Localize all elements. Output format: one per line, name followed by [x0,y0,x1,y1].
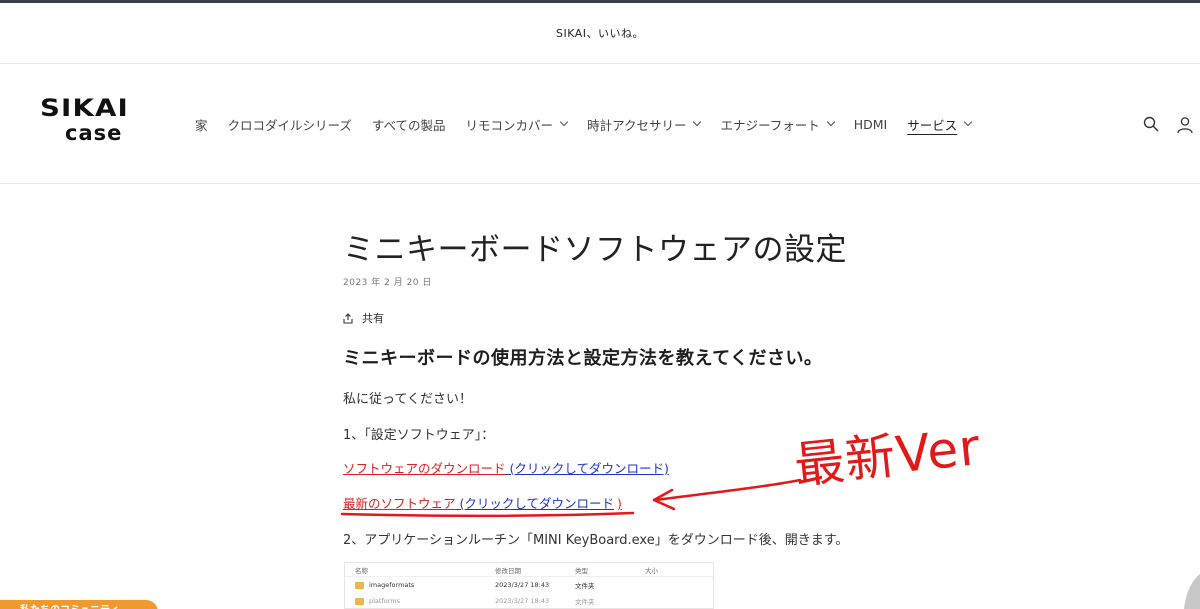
step1-text: 1、「設定ソフトウェア」： [343,428,495,443]
file-name: imageformats [369,581,415,589]
file-name: platforms [369,597,401,605]
explorer-header-name: 名称 [355,566,368,575]
nav-item-hdmi[interactable]: HDMI [854,117,888,132]
link2-blue-text: (クリックしてダウンロード [455,496,614,511]
share-button[interactable]: 共有 [343,310,384,326]
explorer-header-size: 大小 [645,566,658,575]
link2-red-text: 最新のソフトウェア [343,496,456,511]
intro-text: 私に従ってください！ [343,392,472,407]
logo[interactable]: SIKAI case [40,96,160,148]
file-date: 2023/3/27 18:43 [495,597,550,605]
nav-item-home[interactable]: 家 [195,115,208,134]
nav-item-remote-cover[interactable]: リモコンカバー [465,115,569,134]
nav-item-crocodile-series[interactable]: クロコダイルシリーズ [228,115,352,134]
file-date: 2023/3/27 18:43 [495,581,550,589]
nav-item-all-products[interactable]: すべての製品 [372,115,446,134]
explorer-header-row: 名称 修改日期 类型 大小 [345,563,713,577]
nav-label: エナジーフォート [720,117,820,133]
file-type: 文件夹 [575,582,595,590]
announcement-bar: SIKAI、いいね。 [0,3,1200,64]
account-icon[interactable] [1176,116,1194,134]
announcement-text: SIKAI、いいね。 [555,27,644,40]
site-header: SIKAI case 家 クロコダイルシリーズ すべての製品 リモコンカバー 時… [0,64,1200,184]
file-explorer-screenshot: 名称 修改日期 类型 大小 imageformats 2023/3/27 18:… [344,562,714,609]
nav-label: 家 [195,117,208,133]
link1-red-text: ソフトウェアのダウンロード [343,461,506,476]
chevron-down-icon [963,117,973,127]
nav-label: リモコンカバー [465,117,554,133]
logo-line1: SIKAI [40,94,129,122]
nav-label: クロコダイルシリーズ [227,117,352,133]
chevron-down-icon [693,117,702,127]
software-download-link[interactable]: ソフトウェアのダウンロード (クリックしてダウンロード) [343,458,669,477]
file-type: 文件夹 [575,598,595,606]
chevron-down-icon [826,117,835,127]
folder-icon [355,581,364,589]
nav-label: 時計アクセサリー [587,117,687,133]
community-tab[interactable]: 私たちのコミュニティ [0,600,158,609]
nav-label: HDMI [853,116,888,132]
annotation-text: 最新Ver [791,417,984,496]
nav-item-watch-accessories[interactable]: 時計アクセサリー [587,115,702,134]
link1-blue-text: (クリックしてダウンロード) [505,461,669,476]
publish-date: 2023 年 2 月 20 日 [343,278,432,288]
page-title: ミニキーボードソフトウェアの設定 [343,232,847,268]
list-item: imageformats 2023/3/27 18:43 文件夹 [345,577,713,593]
nav-label: すべての製品 [371,117,446,133]
nav-label: サービス [907,117,958,133]
section-heading: ミニキーボードの使用方法と設定方法を教えてください。 [343,348,823,369]
explorer-header-type: 类型 [575,566,588,575]
share-icon [343,312,353,324]
list-item: platforms 2023/3/27 18:43 文件夹 [345,593,713,608]
chevron-down-icon [559,117,569,127]
logo-line2: case [65,121,123,145]
share-label: 共有 [362,312,384,325]
main-nav: 家 クロコダイルシリーズ すべての製品 リモコンカバー 時計アクセサリー エナジ… [195,114,991,134]
explorer-header-date: 修改日期 [495,566,521,575]
latest-software-download-link[interactable]: 最新のソフトウェア (クリックしてダウンロード) [343,493,622,512]
nav-item-energy-fort[interactable]: エナジーフォート [720,115,835,134]
link2-close-paren: ) [617,496,622,511]
folder-icon [355,597,364,605]
search-icon[interactable] [1143,116,1159,132]
nav-item-service[interactable]: サービス [907,115,973,134]
step2-text: 2、アプリケーションルーチン「MINI KeyBoard.exe」をダウンロード… [343,533,849,548]
scrollbar-corner[interactable] [1184,572,1200,609]
